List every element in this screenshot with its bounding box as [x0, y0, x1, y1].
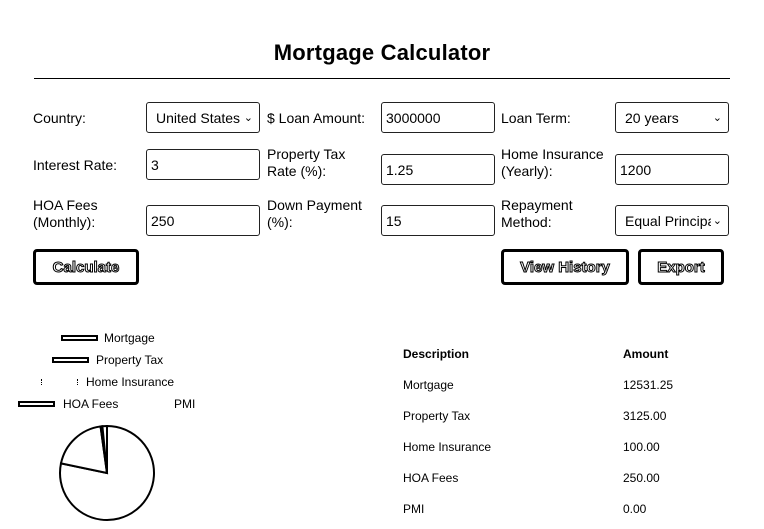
legend-label-mortgage: Mortgage	[104, 331, 155, 345]
home-insurance-label-line2: (Yearly):	[501, 163, 553, 179]
table-row: Property Tax 3125.00	[395, 400, 753, 431]
calculate-button[interactable]: Calculate	[33, 249, 139, 285]
payment-breakdown-table: Description Amount Mortgage 12531.25 Pro…	[395, 338, 753, 524]
chevron-down-icon: ⌄	[712, 112, 722, 124]
table-cell-description: Property Tax	[403, 408, 471, 423]
property-tax-label-line1: Property Tax	[267, 146, 346, 162]
repayment-method-label-line1: Repayment	[501, 197, 573, 213]
property-tax-label-line2: Rate (%):	[267, 163, 327, 179]
legend-label-pmi: PMI	[174, 397, 196, 411]
repayment-method-label: Repayment Method:	[501, 197, 573, 231]
repayment-method-select[interactable]: Equal Principal ⌄	[615, 205, 729, 236]
hoa-fees-label-line1: HOA Fees	[33, 197, 98, 213]
table-row: PMI 0.00	[395, 493, 753, 524]
legend-swatch-hoa-fees	[18, 401, 55, 407]
repayment-method-select-value: Equal Principal	[625, 212, 711, 229]
legend-swatch-property-tax	[52, 357, 89, 363]
hoa-fees-label: HOA Fees (Monthly):	[33, 197, 98, 231]
interest-rate-label: Interest Rate:	[33, 157, 118, 173]
payment-pie-chart	[59, 424, 155, 521]
table-row: HOA Fees 250.00	[395, 462, 753, 493]
legend-swatch-home-insurance	[41, 379, 78, 385]
down-payment-input[interactable]	[381, 205, 495, 236]
country-label: Country:	[33, 110, 86, 126]
table-row: Home Insurance 100.00	[395, 431, 753, 462]
loan-term-select[interactable]: 20 years ⌄	[615, 102, 729, 133]
table-header-row: Description Amount	[395, 338, 753, 369]
repayment-method-label-line2: Method:	[501, 214, 552, 230]
country-select-value: United States	[156, 109, 241, 126]
legend-label-hoa-fees: HOA Fees	[63, 397, 119, 411]
down-payment-label-line2: (%):	[267, 214, 293, 230]
legend-label-property-tax: Property Tax	[96, 353, 164, 367]
property-tax-input[interactable]	[381, 154, 495, 185]
home-insurance-label: Home Insurance (Yearly):	[501, 146, 604, 180]
down-payment-label-line1: Down Payment	[267, 197, 362, 213]
hoa-fees-label-line2: (Monthly):	[33, 214, 96, 230]
property-tax-label: Property Tax Rate (%):	[267, 146, 345, 180]
hoa-fees-input[interactable]	[146, 205, 260, 236]
table-cell-amount: 0.00	[623, 501, 647, 516]
table-cell-description: PMI	[403, 501, 425, 516]
title-divider	[34, 78, 730, 79]
legend-swatch-mortgage	[61, 335, 98, 341]
down-payment-label: Down Payment (%):	[267, 197, 362, 231]
table-cell-description: Mortgage	[403, 377, 454, 392]
export-button[interactable]: Export	[638, 249, 724, 285]
view-history-button[interactable]: View History	[501, 249, 629, 285]
loan-term-select-value: 20 years	[625, 109, 679, 126]
chevron-down-icon: ⌄	[243, 112, 253, 124]
loan-amount-input[interactable]	[381, 102, 495, 133]
interest-rate-input[interactable]	[146, 149, 260, 180]
chevron-down-icon: ⌄	[712, 215, 722, 227]
table-cell-amount: 3125.00	[623, 408, 667, 423]
home-insurance-label-line1: Home Insurance	[501, 146, 604, 162]
page-title: Mortgage Calculator	[273, 40, 491, 65]
legend-label-home-insurance: Home Insurance	[86, 375, 175, 389]
table-cell-amount: 250.00	[623, 470, 660, 485]
table-header-description: Description	[403, 346, 470, 361]
table-cell-amount: 12531.25	[623, 377, 674, 392]
table-cell-amount: 100.00	[623, 439, 660, 454]
country-select[interactable]: United States ⌄	[146, 102, 260, 133]
loan-amount-label: $ Loan Amount:	[267, 110, 366, 126]
table-cell-description: Home Insurance	[403, 439, 492, 454]
home-insurance-input[interactable]	[615, 154, 729, 185]
table-header-amount: Amount	[623, 346, 669, 361]
table-row: Mortgage 12531.25	[395, 369, 753, 400]
table-cell-description: HOA Fees	[403, 470, 459, 485]
loan-term-label: Loan Term:	[501, 110, 571, 126]
